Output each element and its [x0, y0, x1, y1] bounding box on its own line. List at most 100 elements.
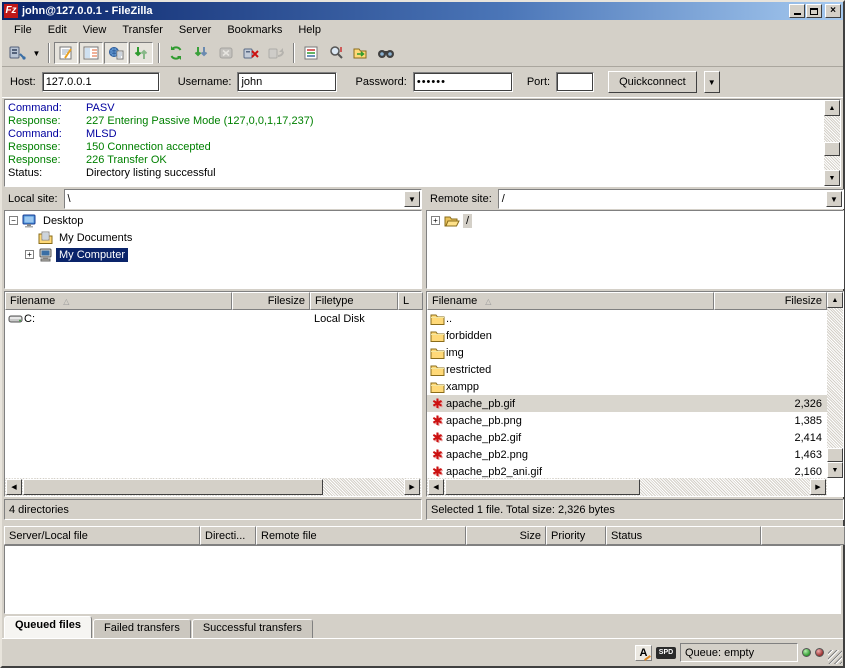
remote-vscrollbar[interactable]: ▲ ▼: [827, 292, 843, 478]
file-row-xampp[interactable]: xampp: [427, 378, 827, 395]
column-header-status[interactable]: Status: [606, 526, 761, 545]
column-header-remote-file[interactable]: Remote file: [256, 526, 466, 545]
column-header-filesize[interactable]: Filesize: [714, 292, 827, 310]
tab-queued-files[interactable]: Queued files: [4, 616, 92, 638]
resize-grip[interactable]: [828, 650, 842, 664]
log-label: Response:: [8, 115, 86, 128]
remote-hscroll-thumb[interactable]: [445, 479, 640, 495]
tree-item-my-documents[interactable]: My Documents: [5, 229, 421, 246]
file-row-c-[interactable]: C:Local Disk: [5, 310, 421, 327]
port-input[interactable]: [556, 72, 594, 92]
password-input[interactable]: [413, 72, 513, 92]
site-manager-button[interactable]: [5, 42, 29, 64]
scroll-left-icon[interactable]: ◀: [6, 479, 22, 495]
scroll-down-icon[interactable]: ▼: [824, 170, 840, 186]
log-label: Status:: [8, 167, 86, 180]
log-scrollbar[interactable]: ▲ ▼: [824, 100, 840, 186]
filezilla-app-icon[interactable]: Fz: [4, 4, 18, 18]
local-site-combo[interactable]: \ ▼: [64, 189, 422, 209]
host-input[interactable]: [42, 72, 160, 92]
expand-icon[interactable]: +: [431, 216, 440, 225]
file-row-apache-pb2-ani-gif[interactable]: ✱apache_pb2_ani.gif2,160: [427, 463, 827, 478]
refresh-button[interactable]: [164, 42, 188, 64]
scroll-up-icon[interactable]: ▲: [827, 292, 843, 308]
quickconnect-dropdown[interactable]: ▼: [704, 71, 720, 93]
column-header-l[interactable]: L: [398, 292, 423, 310]
scroll-right-icon[interactable]: ▶: [810, 479, 826, 495]
column-header-size[interactable]: Size: [466, 526, 546, 545]
menu-edit[interactable]: Edit: [40, 22, 75, 38]
file-name: img: [446, 347, 464, 359]
minimize-button[interactable]: [789, 4, 805, 18]
column-header-filesize[interactable]: Filesize: [232, 292, 310, 310]
menu-file[interactable]: File: [6, 22, 40, 38]
column-header-server-local-file[interactable]: Server/Local file: [4, 526, 200, 545]
menu-server[interactable]: Server: [171, 22, 219, 38]
username-input[interactable]: [237, 72, 337, 92]
file-row-apache-pb2-gif[interactable]: ✱apache_pb2.gif2,414: [427, 429, 827, 446]
column-header-filename[interactable]: Filename△: [5, 292, 232, 310]
toggle-message-log[interactable]: [54, 42, 78, 64]
menu-view[interactable]: View: [75, 22, 115, 38]
remote-site-combo[interactable]: / ▼: [498, 189, 844, 209]
toggle-local-tree[interactable]: [79, 42, 103, 64]
quickconnect-button[interactable]: Quickconnect: [608, 71, 697, 93]
tab-failed-transfers[interactable]: Failed transfers: [93, 619, 191, 638]
process-queue-button[interactable]: [189, 42, 213, 64]
scroll-up-icon[interactable]: ▲: [824, 100, 840, 116]
log-text: Directory listing successful: [86, 167, 216, 180]
file-row-img[interactable]: img: [427, 344, 827, 361]
mydocs-icon: [38, 231, 53, 244]
local-site-combo-arrow[interactable]: ▼: [404, 191, 420, 207]
local-hscroll-thumb[interactable]: [23, 479, 323, 495]
file-row-forbidden[interactable]: forbidden: [427, 327, 827, 344]
title-bar[interactable]: Fz john@127.0.0.1 - FileZilla ×: [2, 2, 843, 20]
speed-limit-icon[interactable]: SPD: [656, 647, 676, 659]
folder-icon: [429, 380, 446, 393]
file-row-apache-pb2-png[interactable]: ✱apache_pb2.png1,463: [427, 446, 827, 463]
compare-button[interactable]: [324, 42, 348, 64]
transfer-type-icon[interactable]: A: [635, 645, 652, 661]
scroll-right-icon[interactable]: ▶: [404, 479, 420, 495]
find-files-button[interactable]: [374, 42, 398, 64]
collapse-icon[interactable]: −: [9, 216, 18, 225]
menu-transfer[interactable]: Transfer: [114, 22, 171, 38]
column-header-filetype[interactable]: Filetype: [310, 292, 398, 310]
tree-item--[interactable]: +/: [427, 212, 843, 229]
column-label: Server/Local file: [9, 530, 88, 542]
cancel-operation-button[interactable]: [214, 42, 238, 64]
toggle-queue[interactable]: [129, 42, 153, 64]
file-row-apache-pb-png[interactable]: ✱apache_pb.png1,385: [427, 412, 827, 429]
expand-icon[interactable]: +: [25, 250, 34, 259]
apache-icon: ✱: [429, 431, 446, 444]
menu-bookmarks[interactable]: Bookmarks: [219, 22, 290, 38]
column-header-filename[interactable]: Filename△: [427, 292, 714, 310]
remote-site-combo-arrow[interactable]: ▼: [826, 191, 842, 207]
tree-item-my-computer[interactable]: +My Computer: [5, 246, 421, 263]
tree-item-desktop[interactable]: −Desktop: [5, 212, 421, 229]
site-manager-dropdown[interactable]: ▼: [30, 42, 43, 64]
close-button[interactable]: ×: [825, 4, 841, 18]
column-header-empty[interactable]: [761, 526, 845, 545]
log-label: Command:: [8, 102, 86, 115]
sync-browsing-button[interactable]: [349, 42, 373, 64]
column-header-directi-[interactable]: Directi...: [200, 526, 256, 545]
disconnect-button[interactable]: [239, 42, 263, 64]
file-row--[interactable]: ..: [427, 310, 827, 327]
menu-help[interactable]: Help: [290, 22, 329, 38]
local-hscrollbar[interactable]: ◀ ▶: [5, 478, 421, 496]
maximize-button[interactable]: [806, 4, 822, 18]
local-status-text: 4 directories: [4, 499, 422, 520]
remote-vscroll-thumb[interactable]: [827, 448, 843, 462]
scroll-left-icon[interactable]: ◀: [428, 479, 444, 495]
log-scroll-thumb[interactable]: [824, 142, 840, 156]
column-header-priority[interactable]: Priority: [546, 526, 606, 545]
tab-successful-transfers[interactable]: Successful transfers: [192, 619, 313, 638]
toggle-remote-tree[interactable]: [104, 42, 128, 64]
reconnect-button[interactable]: [264, 42, 288, 64]
remote-hscrollbar[interactable]: ◀ ▶: [427, 478, 827, 496]
file-row-apache-pb-gif[interactable]: ✱apache_pb.gif2,326: [427, 395, 827, 412]
filter-button[interactable]: [299, 42, 323, 64]
scroll-down-icon[interactable]: ▼: [827, 462, 843, 478]
file-row-restricted[interactable]: restricted: [427, 361, 827, 378]
